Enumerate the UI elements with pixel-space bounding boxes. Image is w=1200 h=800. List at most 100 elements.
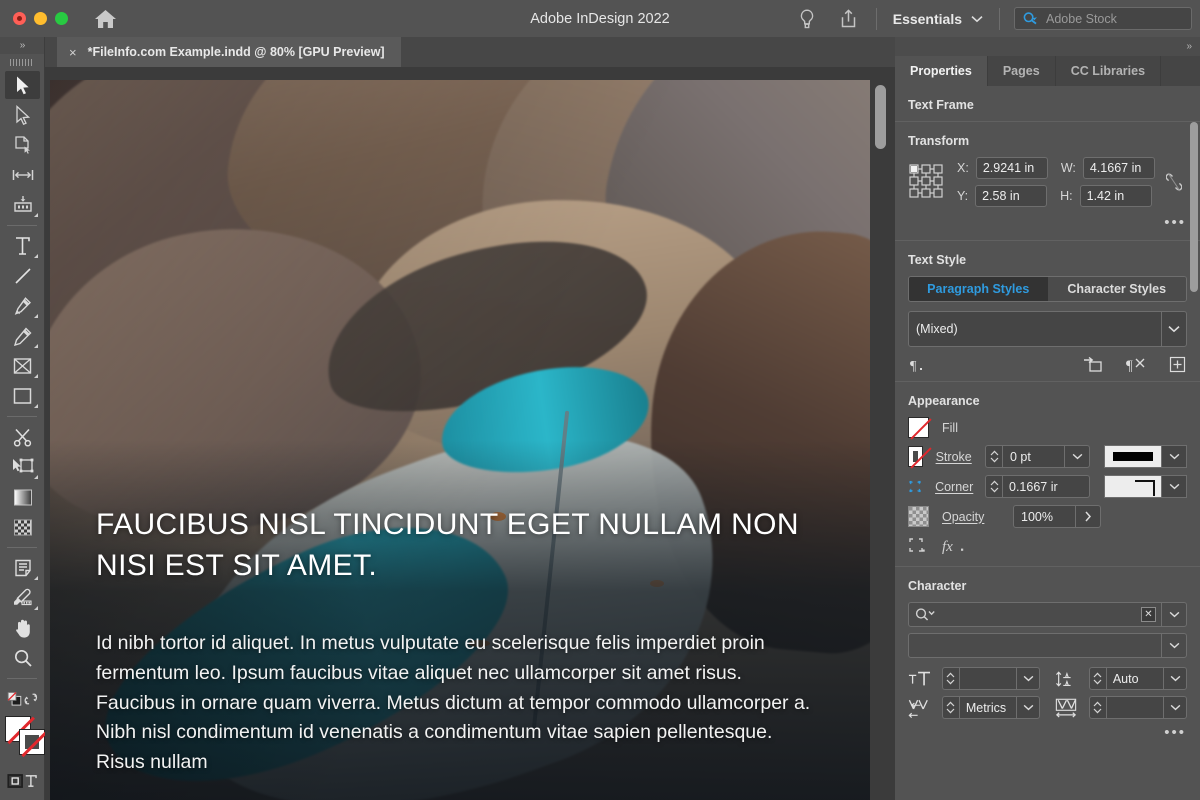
paragraph-styles-tab[interactable]: Paragraph Styles xyxy=(909,277,1048,301)
clear-overrides-icon[interactable]: ¶ xyxy=(1126,356,1146,373)
scrollbar-thumb[interactable] xyxy=(875,85,886,149)
kerning-stepper[interactable] xyxy=(941,696,959,719)
chevron-down-icon[interactable] xyxy=(1161,312,1186,346)
free-transform-tool[interactable] xyxy=(0,452,45,482)
tab-properties[interactable]: Properties xyxy=(895,56,988,86)
document-page[interactable]: FAUCIBUS NISL TINCIDUNT EGET NULLAM NON … xyxy=(50,80,870,800)
apply-none-button[interactable] xyxy=(0,796,45,800)
corner-label[interactable]: Corner xyxy=(935,480,978,494)
h-input[interactable]: 1.42 in xyxy=(1079,185,1152,207)
corner-options-icon[interactable] xyxy=(908,476,922,497)
broken-link-icon[interactable] xyxy=(1165,171,1182,193)
stroke-style-dropdown-icon[interactable] xyxy=(1162,445,1187,468)
format-text-icon[interactable] xyxy=(24,772,38,790)
canvas-vertical-scrollbar[interactable] xyxy=(874,67,887,800)
opacity-flyout-icon[interactable] xyxy=(1075,506,1100,527)
search-font-icon[interactable] xyxy=(914,607,940,622)
pencil-tool[interactable] xyxy=(0,321,45,351)
font-family-input[interactable]: ✕ xyxy=(908,602,1187,627)
reference-point-grid-icon[interactable] xyxy=(908,162,946,202)
fill-color-swatch[interactable] xyxy=(908,417,932,440)
corner-size-input[interactable]: 0.1667 ir xyxy=(1002,475,1090,498)
chevron-down-icon[interactable] xyxy=(1163,668,1186,689)
panel-scrollbar-thumb[interactable] xyxy=(1190,122,1198,292)
leading-field[interactable]: Auto xyxy=(1088,667,1187,690)
chevron-down-icon[interactable] xyxy=(1161,634,1186,657)
w-input[interactable]: 4.1667 in xyxy=(1082,157,1155,179)
chevron-down-icon[interactable] xyxy=(1016,697,1039,718)
page-tool[interactable] xyxy=(0,130,45,160)
corner-shape-swatch[interactable] xyxy=(1104,475,1162,498)
note-tool[interactable] xyxy=(0,553,45,583)
chevron-down-icon[interactable] xyxy=(1161,603,1186,626)
load-styles-icon[interactable] xyxy=(1083,356,1103,373)
zoom-window-button[interactable] xyxy=(55,12,68,25)
transform-more-options[interactable]: ••• xyxy=(1164,214,1186,231)
chevron-down-icon[interactable] xyxy=(1064,446,1089,467)
minimize-window-button[interactable] xyxy=(34,12,47,25)
close-icon[interactable]: × xyxy=(69,46,77,59)
y-input[interactable]: 2.58 in xyxy=(975,185,1048,207)
new-style-icon[interactable] xyxy=(1169,356,1186,373)
kerning-field[interactable]: Metrics xyxy=(941,696,1040,719)
share-icon[interactable] xyxy=(828,0,870,37)
toolbar-grip[interactable] xyxy=(0,54,44,70)
document-headline[interactable]: FAUCIBUS NISL TINCIDUNT EGET NULLAM NON … xyxy=(96,504,816,587)
paragraph-mark-icon[interactable]: ¶ xyxy=(909,357,926,373)
opacity-label[interactable]: Opacity xyxy=(942,510,1006,524)
x-input[interactable]: 2.9241 in xyxy=(975,157,1048,179)
eyedropper-tool[interactable] xyxy=(0,583,45,613)
character-styles-tab[interactable]: Character Styles xyxy=(1047,277,1186,301)
panel-collapse-icon[interactable]: » xyxy=(895,37,1200,56)
tab-pages[interactable]: Pages xyxy=(988,56,1056,86)
font-size-field[interactable] xyxy=(941,667,1040,690)
clear-search-icon[interactable]: ✕ xyxy=(1141,607,1156,622)
selection-tool[interactable] xyxy=(0,70,45,100)
tracking-stepper[interactable] xyxy=(1088,696,1106,719)
hand-tool[interactable] xyxy=(0,613,45,643)
adobe-stock-search-input[interactable]: Adobe Stock xyxy=(1014,7,1192,30)
tab-cc-libraries[interactable]: CC Libraries xyxy=(1056,56,1162,86)
corner-size-stepper[interactable] xyxy=(985,475,1002,498)
document-body-text[interactable]: Id nibh tortor id aliquet. In metus vulp… xyxy=(96,629,824,778)
chevron-down-icon[interactable] xyxy=(1016,668,1039,689)
gap-tool[interactable] xyxy=(0,160,45,190)
document-tab[interactable]: × *FileInfo.com Example.indd @ 80% [GPU … xyxy=(57,37,401,67)
stroke-weight-stepper[interactable] xyxy=(985,445,1002,468)
formatting-affects-container-icon[interactable] xyxy=(6,689,23,709)
toolbar-collapse-icon[interactable]: » xyxy=(0,37,44,54)
gradient-feather-tool[interactable] xyxy=(0,512,45,542)
zoom-tool[interactable] xyxy=(0,643,45,673)
leading-stepper[interactable] xyxy=(1088,667,1106,690)
frame-tool[interactable] xyxy=(0,351,45,381)
frame-fitting-icon[interactable] xyxy=(908,537,926,554)
type-tool[interactable] xyxy=(0,231,45,261)
format-container-icon[interactable] xyxy=(7,771,24,791)
corner-shape-dropdown-icon[interactable] xyxy=(1162,475,1187,498)
line-tool[interactable] xyxy=(0,261,45,291)
font-size-stepper[interactable] xyxy=(941,667,959,690)
stroke-weight-input[interactable]: 0 pt xyxy=(1002,445,1090,468)
document-canvas[interactable]: FAUCIBUS NISL TINCIDUNT EGET NULLAM NON … xyxy=(45,67,895,800)
rectangle-tool[interactable] xyxy=(0,381,45,411)
close-window-button[interactable] xyxy=(13,12,26,25)
lightbulb-icon[interactable] xyxy=(786,0,828,37)
content-collector-tool[interactable] xyxy=(0,190,45,220)
home-icon[interactable] xyxy=(93,8,118,30)
opacity-input[interactable]: 100% xyxy=(1013,505,1101,528)
workspace-switcher[interactable]: Essentials xyxy=(883,11,993,27)
stroke-color-swatch[interactable] xyxy=(908,446,932,469)
stroke-style-swatch[interactable] xyxy=(1104,445,1162,468)
tracking-field[interactable] xyxy=(1088,696,1187,719)
chevron-down-icon[interactable] xyxy=(1163,697,1186,718)
direct-selection-tool[interactable] xyxy=(0,100,45,130)
paragraph-style-select[interactable]: (Mixed) xyxy=(908,311,1187,347)
stroke-label[interactable]: Stroke xyxy=(936,450,978,464)
character-more-options[interactable]: ••• xyxy=(1164,724,1186,741)
pen-tool[interactable] xyxy=(0,291,45,321)
gradient-swatch-tool[interactable] xyxy=(0,482,45,512)
stroke-swatch[interactable] xyxy=(19,729,49,757)
fx-icon[interactable]: fx xyxy=(942,537,966,554)
scissors-tool[interactable] xyxy=(0,422,45,452)
swap-fill-stroke-icon[interactable] xyxy=(23,690,39,708)
